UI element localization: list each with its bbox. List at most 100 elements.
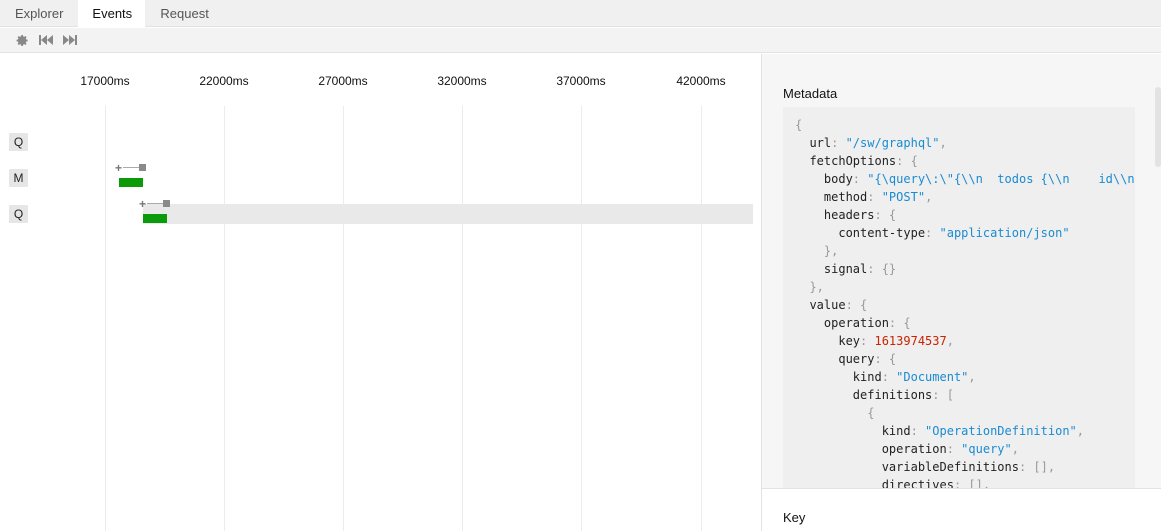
tick-label: 27000ms — [318, 74, 368, 88]
code-token: body — [795, 172, 853, 186]
code-line: signal: {} — [795, 260, 1135, 278]
code-token: signal — [795, 262, 868, 276]
gridline — [462, 106, 463, 531]
code-line: }, — [795, 278, 1135, 296]
code-line: query: { — [795, 350, 1135, 368]
row-label-query[interactable]: Q — [9, 133, 28, 151]
code-line: { — [795, 404, 1135, 422]
code-token: "application/json" — [939, 226, 1070, 240]
tick-label: 22000ms — [199, 74, 249, 88]
code-token: headers — [795, 208, 875, 222]
code-token: : { — [874, 208, 897, 222]
code-token: "/sw/graphql" — [845, 136, 940, 150]
event-connector — [123, 167, 139, 168]
toolbar — [0, 28, 1161, 53]
code-token: : { — [896, 154, 918, 168]
code-token: { — [795, 406, 875, 420]
code-token: operation — [795, 316, 889, 330]
tab-events[interactable]: Events — [78, 0, 146, 27]
metadata-title: Metadata — [783, 86, 838, 101]
gridline — [701, 106, 702, 531]
code-token: operation — [795, 442, 947, 456]
skip-back-icon[interactable] — [38, 32, 54, 48]
code-line: fetchOptions: { — [795, 152, 1135, 170]
tab-explorer[interactable]: Explorer — [0, 0, 78, 27]
gridline — [343, 106, 344, 531]
code-token: { — [795, 118, 803, 132]
code-token: "{\query\:\"{\\n todos {\\n id\\n — [867, 172, 1135, 186]
skip-forward-icon[interactable] — [62, 32, 78, 48]
code-token: : — [881, 370, 897, 384]
tick-label: 42000ms — [676, 74, 726, 88]
tab-request[interactable]: Request — [145, 0, 223, 27]
event-end-marker[interactable] — [139, 164, 146, 171]
code-line: url: "/sw/graphql", — [795, 134, 1135, 152]
code-token: query — [795, 352, 875, 366]
gridline — [105, 106, 106, 531]
code-token: : — [860, 334, 875, 348]
plus-icon: + — [115, 161, 123, 175]
code-token: : — [910, 424, 926, 438]
code-line: body: "{\query\:\"{\\n todos {\\n id\\n — [795, 170, 1135, 188]
code-token: url — [795, 136, 832, 150]
code-line: }, — [795, 242, 1135, 260]
code-token: definitions — [795, 388, 933, 402]
plus-icon: + — [139, 197, 147, 211]
code-token: , — [968, 370, 976, 384]
code-token: , — [946, 334, 954, 348]
gear-icon[interactable] — [14, 32, 30, 48]
code-token: : {} — [867, 262, 897, 276]
code-token: "query" — [961, 442, 1012, 456]
code-token: "POST" — [881, 190, 926, 204]
key-section: Key — [762, 488, 1161, 531]
code-token: , — [939, 136, 947, 150]
code-token: fetchOptions — [795, 154, 897, 168]
event-connector — [147, 203, 163, 204]
code-line: variableDefinitions: [], — [795, 458, 1135, 476]
code-token: : [ — [932, 388, 954, 402]
key-title: Key — [783, 510, 806, 525]
code-token: : — [946, 442, 962, 456]
code-line: definitions: [ — [795, 386, 1135, 404]
event-bar[interactable] — [119, 178, 143, 187]
code-token: , — [925, 190, 933, 204]
scrollbar[interactable] — [1155, 87, 1161, 167]
code-token: "Document" — [896, 370, 969, 384]
code-token: : { — [888, 316, 911, 330]
code-token: key — [795, 334, 861, 348]
tick-label: 17000ms — [80, 74, 130, 88]
event-bar[interactable] — [143, 214, 167, 223]
metadata-code-block[interactable]: { url: "/sw/graphql", fetchOptions: { bo… — [783, 107, 1135, 489]
code-token: variableDefinitions — [795, 460, 1019, 474]
code-token: : [], — [1018, 460, 1056, 474]
code-line: kind: "Document", — [795, 368, 1135, 386]
code-token: value — [795, 298, 846, 312]
code-line: headers: { — [795, 206, 1135, 224]
code-token: : { — [874, 352, 897, 366]
code-line: kind: "OperationDefinition", — [795, 422, 1135, 440]
code-line: method: "POST", — [795, 188, 1135, 206]
tick-label: 37000ms — [556, 74, 606, 88]
row-label-query[interactable]: Q — [9, 205, 28, 223]
timeline-canvas: 17000ms 22000ms 27000ms 32000ms 37000ms … — [0, 54, 761, 531]
row-label-mutation[interactable]: M — [9, 169, 28, 187]
code-token: content-type — [795, 226, 926, 240]
code-token: kind — [795, 370, 882, 384]
metadata-panel: Metadata { url: "/sw/graphql", fetchOpti… — [761, 54, 1161, 531]
code-token: "OperationDefinition" — [925, 424, 1077, 438]
event-end-marker[interactable] — [163, 200, 170, 207]
code-token: : — [831, 136, 846, 150]
code-line: operation: { — [795, 314, 1135, 332]
gridline — [224, 106, 225, 531]
code-line: value: { — [795, 296, 1135, 314]
code-token: }, — [795, 244, 839, 258]
code-token: 1613974537 — [874, 334, 947, 348]
selected-row-background[interactable] — [143, 204, 753, 224]
gridline — [581, 106, 582, 531]
code-line: key: 1613974537, — [795, 332, 1135, 350]
code-token: kind — [795, 424, 911, 438]
code-token: : — [867, 190, 882, 204]
code-line: content-type: "application/json" — [795, 224, 1135, 242]
code-line: { — [795, 116, 1135, 134]
tick-label: 32000ms — [437, 74, 487, 88]
